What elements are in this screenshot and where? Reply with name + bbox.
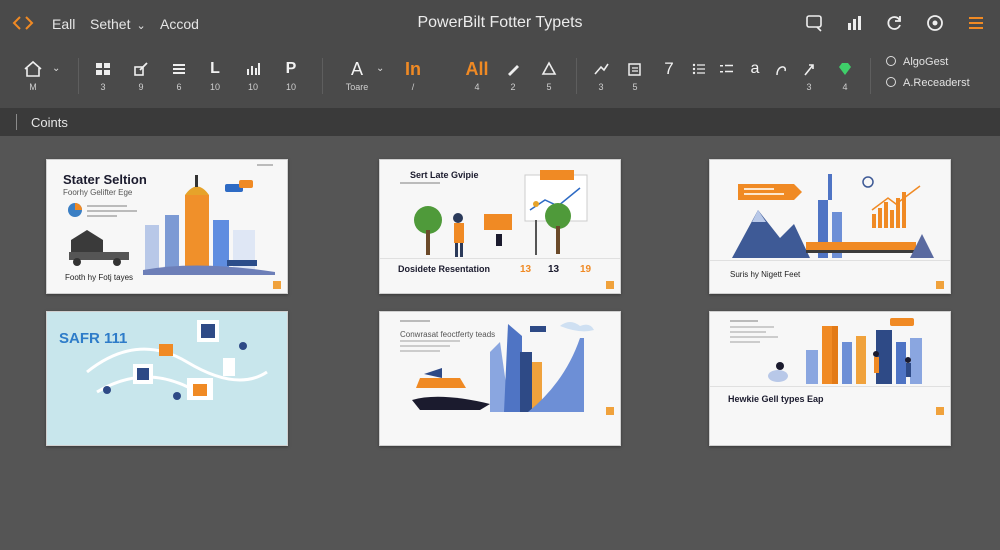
divider — [78, 58, 79, 94]
slide-subtitle: Dosidete Resentation — [398, 264, 491, 274]
paragraph-icon: P — [285, 60, 297, 77]
hamburger-menu-icon[interactable] — [966, 13, 986, 33]
number-icon: 7 — [664, 59, 674, 78]
pen-button[interactable]: 2 — [496, 58, 530, 92]
refresh-icon[interactable] — [885, 13, 905, 33]
stat-value: 13 — [548, 264, 560, 275]
number-button[interactable]: 7 — [652, 58, 686, 80]
slide-thumbnail-2[interactable]: Sert Late Gvipie Dosidete Resentation 13… — [379, 159, 621, 294]
cursor-button[interactable]: 3 — [792, 58, 826, 92]
tool-label: 3 — [598, 82, 604, 92]
corner-mark — [606, 407, 614, 415]
option-algogest[interactable]: AlgoGest — [886, 56, 948, 68]
slide-title: Sert Late Gvipie — [410, 170, 479, 180]
slide-footer: Hewkie Gell types Eap — [728, 394, 824, 404]
ribbon-toolbar: M ⌄ 3 9 6 L 10 10 P 10 A Toare ⌄ In / Al… — [0, 46, 1000, 109]
slide-illustration — [86, 320, 268, 400]
radio-icon — [886, 56, 896, 66]
tool-label: 5 — [632, 82, 638, 92]
section-label[interactable]: Coints — [31, 115, 68, 130]
chevron-down-icon[interactable]: ⌄ — [376, 63, 384, 74]
tool-label: / — [411, 82, 415, 92]
edit-button[interactable]: 9 — [124, 58, 158, 92]
list-icon — [162, 58, 196, 80]
settings-icon[interactable] — [925, 13, 945, 33]
slide-footer: Footh hy Fotj tayes — [65, 273, 134, 282]
tool-label: 10 — [209, 82, 220, 92]
line-button[interactable]: L 10 — [198, 58, 232, 92]
corner-mark — [273, 281, 281, 289]
slide-title: Stater Seltion — [63, 172, 147, 187]
gem-button[interactable]: 4 — [828, 58, 862, 92]
option-label: A.Receaderst — [903, 77, 970, 89]
divider — [322, 58, 323, 94]
slide-subtitle: Conwrasat feoctferty teads — [400, 330, 496, 339]
slide-illustration — [400, 320, 594, 412]
divider — [576, 58, 577, 94]
note-icon — [618, 58, 652, 80]
divider — [16, 114, 17, 130]
option-receaderst[interactable]: A.Receaderst — [886, 77, 970, 89]
present-icon[interactable] — [805, 13, 825, 33]
note-button[interactable]: 5 — [618, 58, 652, 92]
tool-label: 3 — [100, 82, 106, 92]
chevron-down-icon[interactable]: ⌄ — [52, 63, 60, 74]
slide-thumbnail-6[interactable]: Hewkie Gell types Eap — [709, 311, 951, 446]
home-icon — [16, 58, 50, 80]
corner-mark — [936, 281, 944, 289]
slide-thumbnail-3[interactable]: Suris hy Nigett Feet — [709, 159, 951, 294]
connector-button[interactable]: 3 — [584, 58, 618, 92]
radio-icon — [886, 77, 896, 87]
tool-label: 10 — [247, 82, 258, 92]
grid-icon — [86, 58, 120, 80]
shape-button[interactable]: 5 — [532, 58, 566, 92]
title-bar: Eall Sethet ⌄ Accod PowerBilt Fotter Type… — [0, 0, 1000, 46]
tool-label: 9 — [138, 82, 144, 92]
option-label: AlgoGest — [903, 56, 949, 68]
paragraph-button[interactable]: P 10 — [274, 58, 308, 92]
tool-label: 4 — [842, 82, 848, 92]
stat-value: 13 — [520, 264, 532, 275]
select-all-icon: All — [465, 59, 489, 79]
slide-subtitle: Foorhy Gelifter Ege — [63, 188, 133, 197]
tool-label: 4 — [474, 82, 480, 92]
chart-icon — [236, 58, 270, 80]
indent-button[interactable]: In / — [396, 58, 430, 92]
layout-button[interactable]: 3 — [86, 58, 120, 92]
slide-title: SAFR 111 — [59, 330, 128, 347]
corner-mark — [606, 281, 614, 289]
gem-icon — [828, 58, 862, 80]
chart-button[interactable]: 10 — [236, 58, 270, 92]
tool-label: 6 — [176, 82, 182, 92]
tool-label: 3 — [806, 82, 812, 92]
shape-icon — [532, 58, 566, 80]
edit-icon — [124, 58, 158, 80]
tool-label: 5 — [546, 82, 552, 92]
tool-label: 10 — [285, 82, 296, 92]
divider — [870, 58, 871, 94]
slide-thumbnail-1[interactable]: Stater Seltion Foorhy Gelifter Ege Footh… — [46, 159, 288, 294]
font-button[interactable]: A Toare — [340, 58, 374, 92]
pen-icon — [496, 58, 530, 80]
section-bar: Coints — [0, 108, 1000, 136]
tool-label: 2 — [510, 82, 516, 92]
corner-mark — [936, 407, 944, 415]
slide-thumbnail-5[interactable]: Conwrasat feoctferty teads — [379, 311, 621, 446]
font-icon: A — [350, 59, 363, 79]
arrow-icon — [584, 58, 618, 80]
home-button[interactable]: M — [16, 58, 50, 92]
tool-label: Toare — [345, 82, 369, 92]
align-button[interactable]: 6 — [162, 58, 196, 92]
line-tool-icon: L — [210, 60, 220, 77]
stat-value: 19 — [580, 264, 592, 275]
slide-footer: Suris hy Nigett Feet — [730, 270, 801, 279]
slide-thumbnail-4[interactable]: SAFR 111 — [46, 311, 288, 446]
tool-label: M — [29, 82, 37, 92]
stats-icon[interactable] — [845, 13, 865, 33]
indent-icon: In — [405, 59, 421, 79]
select-all-button[interactable]: All 4 — [460, 58, 494, 92]
cursor-icon — [792, 58, 826, 80]
